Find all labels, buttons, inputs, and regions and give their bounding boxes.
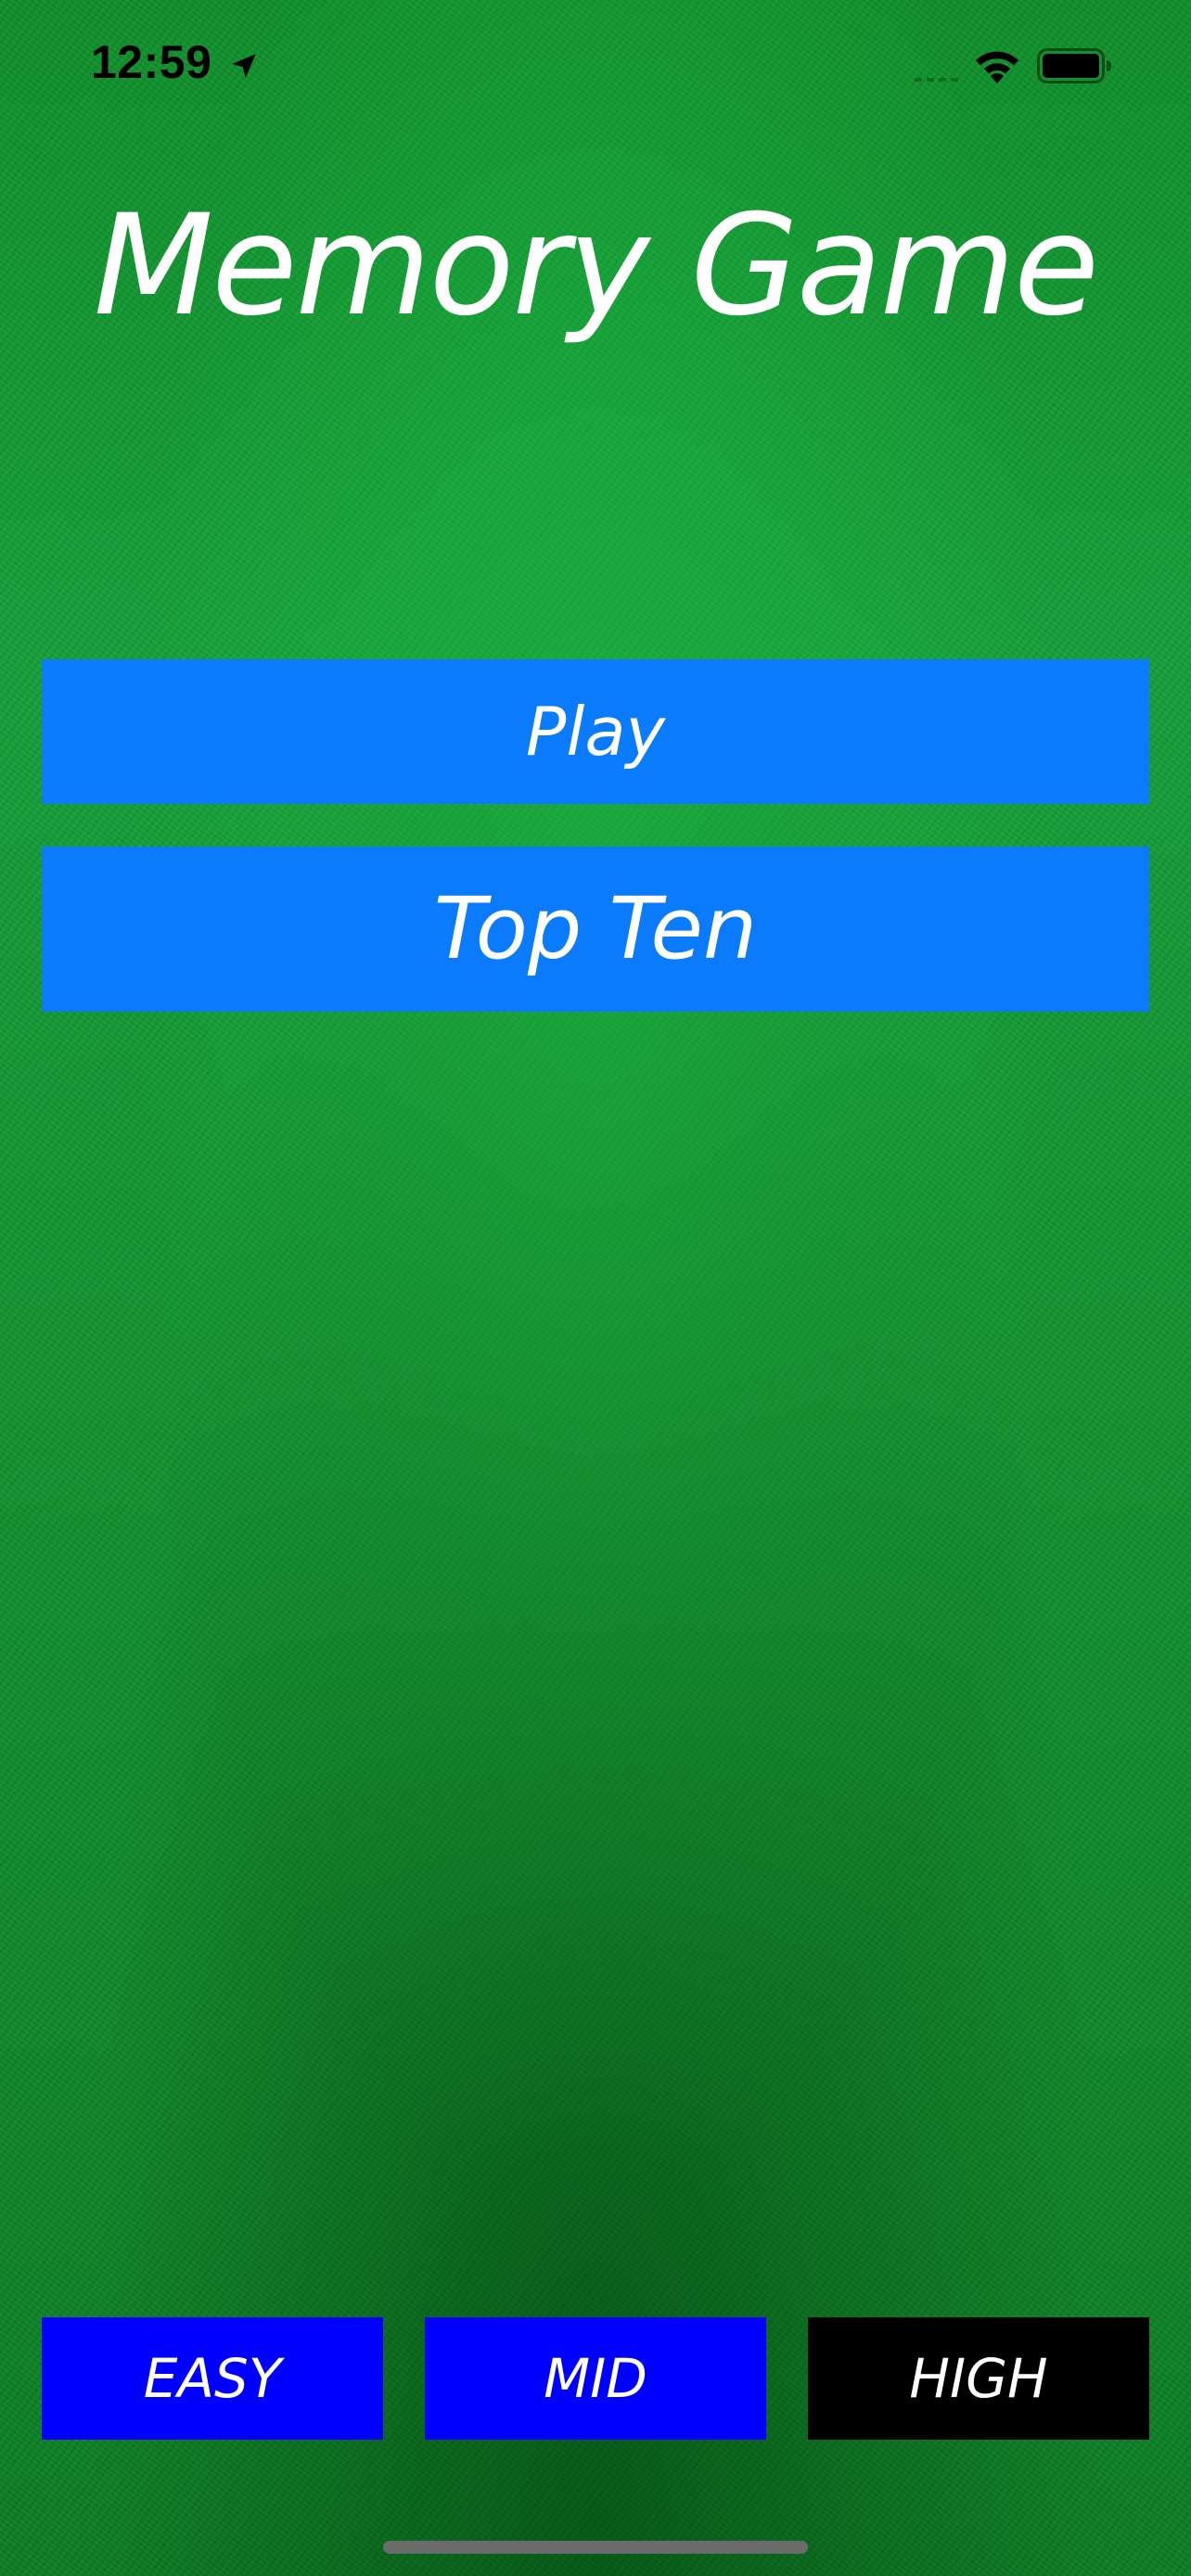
top-ten-button[interactable]: Top Ten (42, 847, 1149, 1012)
battery-icon (1037, 48, 1111, 83)
high-level-button[interactable]: HIGH (808, 2317, 1149, 2440)
app-title: Memory Game (93, 185, 1099, 347)
status-time: 12:59 (91, 36, 212, 88)
mid-level-button[interactable]: MID (425, 2317, 766, 2440)
play-button[interactable]: Play (42, 659, 1149, 804)
wifi-icon (976, 51, 1018, 83)
home-indicator[interactable] (383, 2541, 808, 2554)
status-bar: 12:59 (0, 0, 1191, 130)
location-arrow-icon (232, 54, 256, 78)
cellular-signal-icon (915, 78, 958, 82)
easy-level-button[interactable]: EASY (42, 2317, 383, 2440)
